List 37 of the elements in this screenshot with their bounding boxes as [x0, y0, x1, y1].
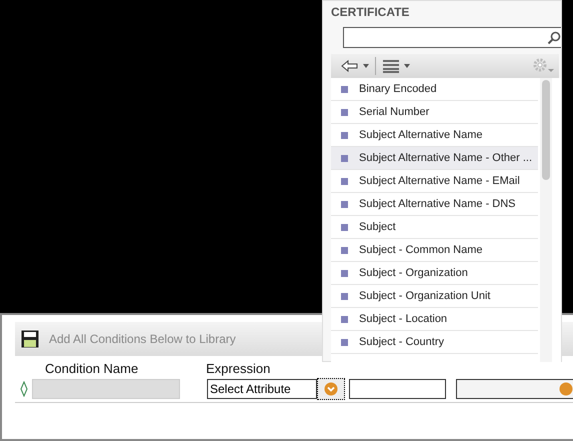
- square-bullet-icon: [341, 246, 348, 254]
- operator-field[interactable]: [349, 379, 446, 399]
- square-bullet-icon: [341, 108, 348, 116]
- value-field[interactable]: [456, 379, 573, 399]
- square-bullet-icon: [341, 224, 348, 230]
- attribute-item[interactable]: Subject Alternative Name - DNS: [331, 193, 538, 216]
- diamond-icon: [20, 381, 28, 397]
- dropdown-button[interactable]: [317, 378, 345, 400]
- search-icon[interactable]: [547, 30, 561, 44]
- attribute-item[interactable]: Subject - Organization Unit: [331, 285, 538, 308]
- square-bullet-icon: [341, 178, 348, 184]
- scrollbar[interactable]: [540, 78, 552, 362]
- popup-title: CERTIFICATE: [331, 5, 410, 21]
- attribute-item[interactable]: Subject - Location: [331, 308, 538, 331]
- list-view-icon[interactable]: [382, 59, 412, 73]
- search-field[interactable]: [343, 27, 561, 48]
- column-header: Condition Name: [45, 361, 140, 376]
- attribute-select[interactable]: Select Attribute: [207, 379, 317, 399]
- square-bullet-icon: [341, 154, 348, 162]
- column-header: Expression: [206, 361, 270, 376]
- square-bullet-icon: [341, 316, 348, 322]
- chevron-down-icon: [324, 382, 338, 396]
- attribute-item[interactable]: Subject: [331, 216, 538, 239]
- attribute-item[interactable]: Binary Encoded: [331, 78, 538, 101]
- square-bullet-icon: [341, 338, 348, 346]
- attribute-item[interactable]: Subject Alternative Name - EMail: [331, 170, 538, 193]
- square-bullet-icon: [341, 292, 348, 300]
- square-bullet-icon: [341, 86, 348, 92]
- attribute-item[interactable]: Subject - Common Name: [331, 239, 538, 262]
- square-bullet-icon: [341, 270, 348, 276]
- attribute-item[interactable]: Subject - Organization: [331, 262, 538, 285]
- square-bullet-icon: [341, 132, 348, 138]
- square-bullet-icon: [341, 200, 348, 208]
- back-arrow-icon[interactable]: [341, 59, 369, 73]
- attribute-item[interactable]: Serial Number: [331, 101, 538, 124]
- attribute-item[interactable]: Subject - Country: [331, 331, 538, 354]
- attribute-item[interactable]: Subject Alternative Name - Other ...: [331, 147, 538, 170]
